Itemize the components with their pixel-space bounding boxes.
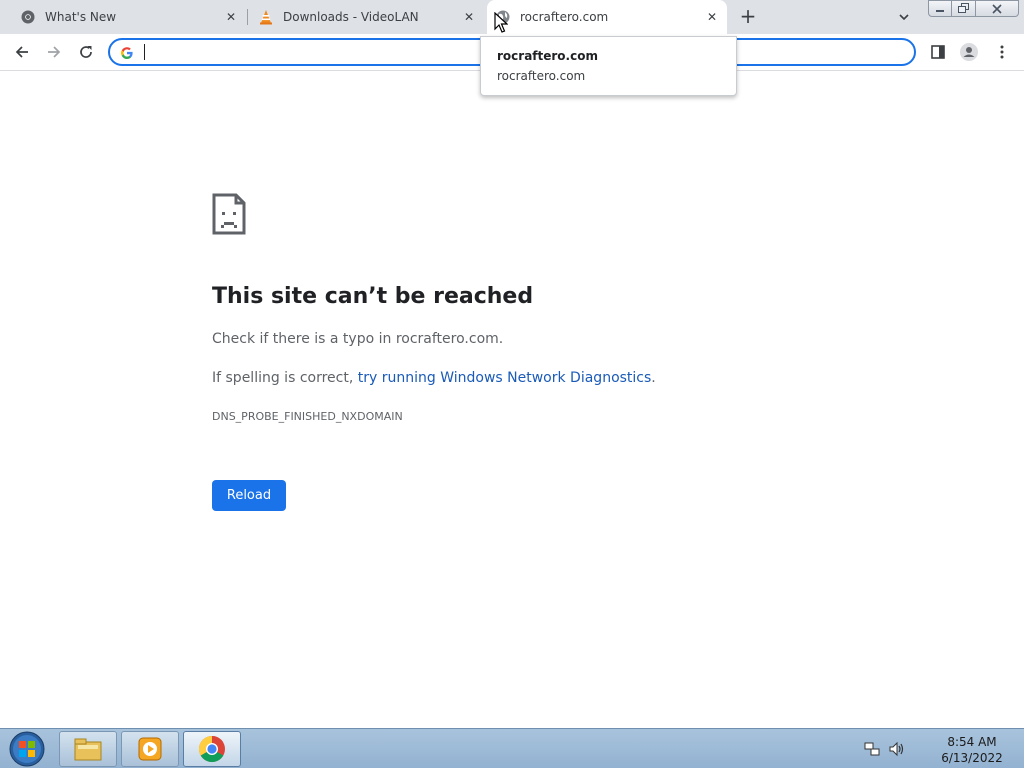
network-icon[interactable] xyxy=(864,741,880,757)
volume-icon[interactable] xyxy=(888,741,906,757)
spelling-hint-suffix: . xyxy=(651,370,656,386)
tab-title: What's New xyxy=(45,10,117,24)
close-icon[interactable]: ✕ xyxy=(224,10,238,24)
tab-separator xyxy=(247,9,248,25)
media-player-icon xyxy=(138,737,162,761)
google-g-icon xyxy=(120,45,134,59)
kebab-menu-icon xyxy=(1000,45,1004,59)
profile-button[interactable] xyxy=(959,42,979,62)
new-tab-button[interactable]: + xyxy=(738,6,758,27)
mouse-cursor-icon xyxy=(494,11,509,34)
chrome-icon xyxy=(20,9,36,25)
tab-title: Downloads - VideoLAN xyxy=(283,10,419,24)
tab-hover-card: rocraftero.com rocraftero.com xyxy=(480,36,737,96)
spelling-hint: If spelling is correct, try running Wind… xyxy=(212,370,656,386)
error-heading: This site can’t be reached xyxy=(212,284,534,309)
back-arrow-icon xyxy=(15,46,28,58)
windows-orb-icon xyxy=(9,731,45,767)
text-caret xyxy=(144,44,145,60)
taskbar: 8:54 AM 6/13/2022 xyxy=(0,728,1024,768)
spelling-hint-prefix: If spelling is correct, xyxy=(212,370,358,386)
window-close-button[interactable] xyxy=(975,0,1019,17)
tab-strip: What's New ✕ Downloads - VideoLAN ✕ rocr… xyxy=(0,0,1024,34)
taskbar-explorer[interactable] xyxy=(59,731,117,767)
tab-whats-new[interactable]: What's New ✕ xyxy=(14,0,246,34)
taskbar-media-player[interactable] xyxy=(121,731,179,767)
reload-icon xyxy=(80,46,92,58)
avatar-icon xyxy=(960,43,978,61)
tab-videolan-downloads[interactable]: Downloads - VideoLAN ✕ xyxy=(252,0,484,34)
forward-button[interactable] xyxy=(44,42,64,62)
side-panel-button[interactable] xyxy=(928,42,948,62)
close-icon[interactable]: ✕ xyxy=(705,10,719,24)
start-button[interactable] xyxy=(4,730,50,768)
side-panel-icon xyxy=(931,45,945,59)
tab-title: rocraftero.com xyxy=(520,10,609,24)
reload-toolbar-button[interactable] xyxy=(76,42,96,62)
menu-button[interactable] xyxy=(992,42,1012,62)
clock-time: 8:54 AM xyxy=(947,735,997,749)
system-tray xyxy=(864,741,906,757)
typo-hint: Check if there is a typo in rocraftero.c… xyxy=(212,331,504,347)
error-code: DNS_PROBE_FINISHED_NXDOMAIN xyxy=(212,410,403,423)
clock-date: 6/13/2022 xyxy=(941,751,1003,765)
forward-arrow-icon xyxy=(48,46,61,58)
sad-page-icon xyxy=(212,193,246,235)
vlc-cone-icon xyxy=(258,9,274,25)
taskbar-chrome[interactable] xyxy=(183,731,241,767)
back-button[interactable] xyxy=(12,42,32,62)
chrome-icon xyxy=(198,735,225,763)
close-icon[interactable]: ✕ xyxy=(462,10,476,24)
reload-button[interactable]: Reload xyxy=(212,480,286,511)
tab-search-chevron-icon[interactable] xyxy=(896,9,912,25)
taskbar-clock[interactable]: 8:54 AM 6/13/2022 xyxy=(930,734,1014,766)
hover-card-domain: rocraftero.com xyxy=(497,69,586,83)
tab-rocraftero[interactable]: rocraftero.com ✕ xyxy=(487,0,727,34)
network-diagnostics-link[interactable]: try running Windows Network Diagnostics xyxy=(358,370,652,386)
restore-button[interactable] xyxy=(951,0,976,17)
explorer-icon xyxy=(74,738,102,761)
hover-card-title: rocraftero.com xyxy=(497,49,598,63)
minimize-button[interactable] xyxy=(928,0,952,17)
